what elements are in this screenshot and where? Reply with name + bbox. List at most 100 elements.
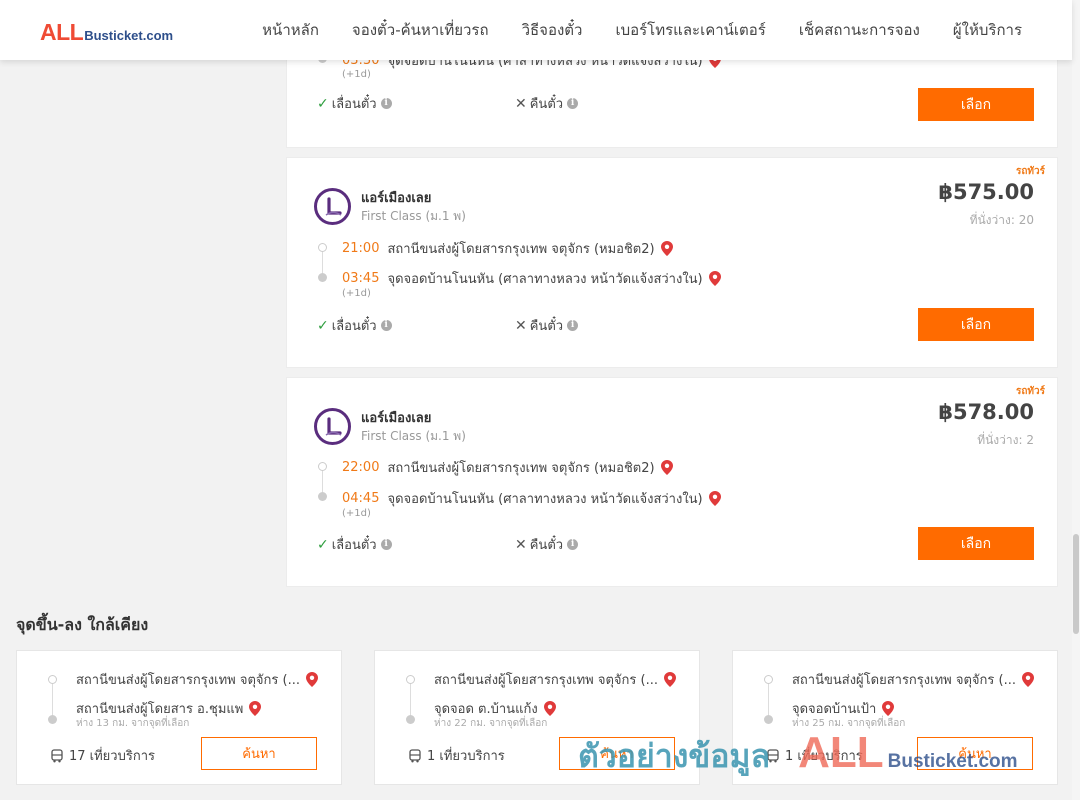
operator-logo-icon xyxy=(314,408,351,445)
departure-place: สถานีขนส่งผู้โดยสารกรุงเทพ จตุจักร (หมอช… xyxy=(387,242,655,257)
arrival-time: 03:45 xyxy=(342,271,380,286)
search-button[interactable]: ค้นหา xyxy=(201,737,317,770)
arrival-stop: 04:45 จุดจอดบ้านโนนหัน (ศาลาทางหลวง หน้า… xyxy=(342,488,721,509)
nav-home[interactable]: หน้าหลัก xyxy=(262,18,319,42)
info-icon[interactable]: i xyxy=(567,98,579,109)
map-pin-icon[interactable] xyxy=(663,672,676,687)
departure-dot xyxy=(764,675,773,684)
nav-contacts[interactable]: เบอร์โทรและเคาน์เตอร์ xyxy=(615,18,765,42)
departure-place: สถานีขนส่งผู้โดยสารกรุงเทพ จตุจักร (หมอช… xyxy=(387,461,655,476)
nearby-trips-label: 1 เที่ยวบริการ xyxy=(427,749,505,764)
bus-icon xyxy=(767,748,779,762)
info-icon[interactable]: i xyxy=(567,320,579,331)
map-pin-icon[interactable] xyxy=(660,241,673,256)
operator-logo-icon xyxy=(314,188,351,225)
timeline-line xyxy=(410,679,411,719)
next-day-label: (+1d) xyxy=(342,69,371,80)
arrival-time: 04:45 xyxy=(342,491,380,506)
info-icon[interactable]: i xyxy=(380,539,392,550)
timeline-line xyxy=(52,679,53,719)
cross-icon: ✕ xyxy=(515,95,527,112)
trip-card: รถทัวร์ แอร์เมืองเลย First Class (ม.1 พ)… xyxy=(286,377,1058,587)
departure-stop: 21:00 สถานีขนส่งผู้โดยสารกรุงเทพ จตุจักร… xyxy=(342,238,673,259)
info-icon[interactable]: i xyxy=(567,539,579,550)
check-icon: ✓ xyxy=(317,536,329,553)
ticket-price: ฿578.00 xyxy=(938,400,1034,424)
search-button[interactable]: ค้นหา xyxy=(917,737,1033,770)
site-logo[interactable]: ALL Busticket.com xyxy=(40,19,173,46)
departure-stop: 22:00 สถานีขนส่งผู้โดยสารกรุงเทพ จตุจักร… xyxy=(342,457,673,478)
info-icon[interactable]: i xyxy=(380,320,392,331)
map-pin-icon[interactable] xyxy=(708,491,721,506)
departure-dot xyxy=(318,462,327,471)
map-pin-icon[interactable] xyxy=(1021,672,1034,687)
refund-policy: ✕ คืนตั๋ว i xyxy=(515,315,579,336)
nearby-card: สถานีขนส่งผู้โดยสารกรุงเทพ จตุจักร (... … xyxy=(374,650,700,785)
nearby-distance: ห่าง 25 กม. จากจุดที่เลือก xyxy=(792,718,906,729)
scrollbar[interactable] xyxy=(1072,0,1080,800)
select-button[interactable]: เลือก xyxy=(918,88,1034,121)
nearby-from: สถานีขนส่งผู้โดยสารกรุงเทพ จตุจักร (... xyxy=(76,669,318,690)
reschedule-label: เลื่อนตั๋ว xyxy=(331,538,377,553)
info-icon[interactable]: i xyxy=(380,98,392,109)
map-pin-icon[interactable] xyxy=(543,701,556,716)
reschedule-label: เลื่อนตั๋ว xyxy=(331,97,377,112)
select-button[interactable]: เลือก xyxy=(918,308,1034,341)
logo-all-text: ALL xyxy=(40,19,84,45)
map-pin-icon[interactable] xyxy=(708,271,721,286)
bus-class: First Class (ม.1 พ) xyxy=(361,209,466,223)
search-button[interactable]: ค้นหา xyxy=(559,737,675,770)
operator-name: แอร์เมืองเลย xyxy=(361,411,432,426)
nearby-trips: 17 เที่ยวบริการ xyxy=(50,745,155,766)
reschedule-label: เลื่อนตั๋ว xyxy=(331,319,377,334)
check-icon: ✓ xyxy=(317,317,329,334)
nearby-section-title: จุดขึ้น-ลง ใกล้เคียง xyxy=(16,615,149,634)
reschedule-policy: ✓ เลื่อนตั๋ว i xyxy=(317,93,392,114)
nav-book-search[interactable]: จองตั๋ว-ค้นหาเที่ยวรถ xyxy=(352,18,489,42)
departure-dot xyxy=(318,243,327,252)
departure-time: 22:00 xyxy=(342,460,380,475)
nearby-trips: 1 เที่ยวบริการ xyxy=(408,745,505,766)
nav-check-booking[interactable]: เช็คสถานะการจอง xyxy=(799,18,920,42)
available-seats: ที่นั่งว่าง: 2 xyxy=(977,433,1034,447)
map-pin-icon[interactable] xyxy=(660,460,673,475)
nearby-from-label: สถานีขนส่งผู้โดยสารกรุงเทพ จตุจักร (... xyxy=(434,673,658,688)
map-pin-icon[interactable] xyxy=(882,701,895,716)
arrival-dot xyxy=(406,715,415,724)
bus-icon xyxy=(409,748,421,762)
departure-time: 21:00 xyxy=(342,241,380,256)
logo-domain-text: Busticket.com xyxy=(84,28,174,43)
arrival-dot xyxy=(318,273,327,282)
select-button[interactable]: เลือก xyxy=(918,527,1034,560)
bus-type-badge: รถทัวร์ xyxy=(1015,166,1045,177)
main-nav: หน้าหลัก จองตั๋ว-ค้นหาเที่ยวรถ วิธีจองตั… xyxy=(262,0,1022,60)
arrival-place: จุดจอดบ้านโนนหัน (ศาลาทางหลวง หน้าวัดแจ้… xyxy=(387,272,703,287)
arrival-dot xyxy=(48,715,57,724)
scroll-thumb[interactable] xyxy=(1073,534,1079,634)
timeline-line xyxy=(768,679,769,719)
refund-label: คืนตั๋ว xyxy=(529,319,564,334)
nearby-from: สถานีขนส่งผู้โดยสารกรุงเทพ จตุจักร (... xyxy=(434,669,676,690)
refund-label: คืนตั๋ว xyxy=(529,97,564,112)
map-pin-icon[interactable] xyxy=(305,672,318,687)
site-header: ALL Busticket.com หน้าหลัก จองตั๋ว-ค้นหา… xyxy=(0,0,1072,60)
bus-icon xyxy=(51,748,63,762)
nearby-from-label: สถานีขนส่งผู้โดยสารกรุงเทพ จตุจักร (... xyxy=(792,673,1016,688)
nearby-trips: 1 เที่ยวบริการ xyxy=(766,745,863,766)
nearby-card: สถานีขนส่งผู้โดยสารกรุงเทพ จตุจักร (... … xyxy=(16,650,342,785)
arrival-stop: 03:45 จุดจอดบ้านโนนหัน (ศาลาทางหลวง หน้า… xyxy=(342,268,721,289)
operator-name: แอร์เมืองเลย xyxy=(361,191,432,206)
nearby-from: สถานีขนส่งผู้โดยสารกรุงเทพ จตุจักร (... xyxy=(792,669,1034,690)
nav-operators[interactable]: ผู้ให้บริการ xyxy=(953,18,1022,42)
ticket-price: ฿575.00 xyxy=(938,180,1034,204)
refund-policy: ✕ คืนตั๋ว i xyxy=(515,534,579,555)
trip-card: รถทัวร์ แอร์เมืองเลย First Class (ม.1 พ)… xyxy=(286,157,1058,368)
nearby-distance: ห่าง 13 กม. จากจุดที่เลือก xyxy=(76,718,190,729)
reschedule-policy: ✓ เลื่อนตั๋ว i xyxy=(317,315,392,336)
map-pin-icon[interactable] xyxy=(249,701,262,716)
cross-icon: ✕ xyxy=(515,536,527,553)
nearby-from-label: สถานีขนส่งผู้โดยสารกรุงเทพ จตุจักร (... xyxy=(76,673,300,688)
next-day-label: (+1d) xyxy=(342,508,371,519)
nav-how-to-book[interactable]: วิธีจองตั๋ว xyxy=(522,18,583,42)
arrival-place: จุดจอดบ้านโนนหัน (ศาลาทางหลวง หน้าวัดแจ้… xyxy=(387,492,703,507)
